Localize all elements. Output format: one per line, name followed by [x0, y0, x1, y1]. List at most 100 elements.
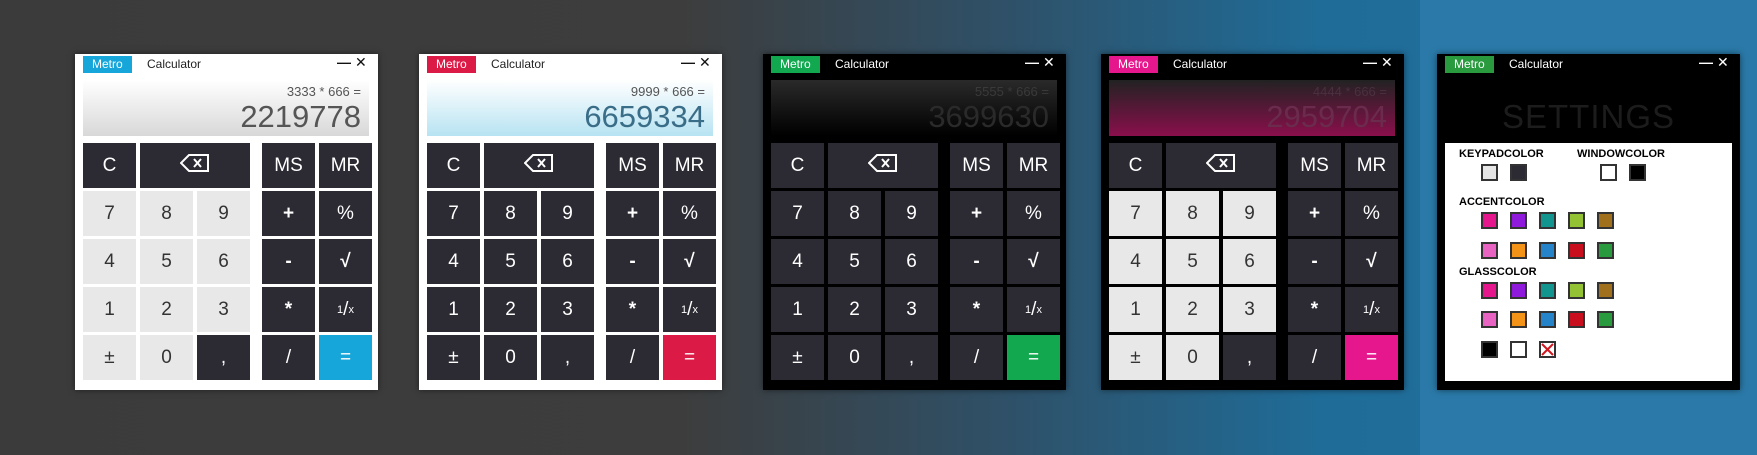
glass-color-swatch[interactable] [1597, 311, 1614, 328]
minimize-button[interactable]: — [1363, 54, 1377, 71]
plus-key[interactable]: + [606, 191, 659, 236]
comma-key[interactable]: , [541, 335, 594, 380]
accent-color-swatch[interactable] [1568, 242, 1585, 259]
digit-3-key[interactable]: 3 [1223, 287, 1276, 332]
memory-store-key[interactable]: MS [606, 143, 659, 188]
equals-key[interactable]: = [319, 335, 372, 380]
digit-2-key[interactable]: 2 [1166, 287, 1219, 332]
plus-minus-key[interactable]: ± [771, 335, 824, 380]
minus-key[interactable]: - [1288, 239, 1341, 284]
digit-1-key[interactable]: 1 [83, 287, 136, 332]
digit-5-key[interactable]: 5 [140, 239, 193, 284]
memory-recall-key[interactable]: MR [1345, 143, 1398, 188]
reciprocal-key[interactable]: 1/x [663, 287, 716, 332]
digit-1-key[interactable]: 1 [1109, 287, 1162, 332]
digit-5-key[interactable]: 5 [484, 239, 537, 284]
sqrt-key[interactable]: √ [663, 239, 716, 284]
multiply-key[interactable]: * [262, 287, 315, 332]
sqrt-key[interactable]: √ [1007, 239, 1060, 284]
plus-key[interactable]: + [262, 191, 315, 236]
digit-0-key[interactable]: 0 [1166, 335, 1219, 380]
digit-1-key[interactable]: 1 [771, 287, 824, 332]
digit-7-key[interactable]: 7 [427, 191, 480, 236]
accent-color-swatch[interactable] [1539, 242, 1556, 259]
reciprocal-key[interactable]: 1/x [319, 287, 372, 332]
glass-color-swatch[interactable] [1481, 311, 1498, 328]
digit-7-key[interactable]: 7 [1109, 191, 1162, 236]
plus-key[interactable]: + [950, 191, 1003, 236]
divide-key[interactable]: / [262, 335, 315, 380]
memory-recall-key[interactable]: MR [663, 143, 716, 188]
clear-key[interactable]: C [771, 143, 824, 188]
accent-color-swatch[interactable] [1510, 242, 1527, 259]
glass-color-swatch[interactable] [1539, 311, 1556, 328]
accent-color-swatch[interactable] [1510, 212, 1527, 229]
digit-3-key[interactable]: 3 [541, 287, 594, 332]
clear-key[interactable]: C [83, 143, 136, 188]
digit-2-key[interactable]: 2 [484, 287, 537, 332]
glass-color-swatch[interactable] [1481, 282, 1498, 299]
digit-9-key[interactable]: 9 [197, 191, 250, 236]
close-button[interactable]: ✕ [355, 54, 367, 71]
digit-0-key[interactable]: 0 [484, 335, 537, 380]
divide-key[interactable]: / [1288, 335, 1341, 380]
close-button[interactable]: ✕ [1717, 54, 1729, 71]
digit-4-key[interactable]: 4 [427, 239, 480, 284]
equals-key[interactable]: = [1345, 335, 1398, 380]
digit-3-key[interactable]: 3 [885, 287, 938, 332]
backspace-key[interactable] [828, 143, 938, 188]
minus-key[interactable]: - [262, 239, 315, 284]
comma-key[interactable]: , [197, 335, 250, 380]
minimize-button[interactable]: — [1025, 54, 1039, 71]
digit-8-key[interactable]: 8 [484, 191, 537, 236]
glass-color-swatch[interactable] [1481, 341, 1498, 358]
glass-color-swatch[interactable] [1597, 282, 1614, 299]
percent-key[interactable]: % [319, 191, 372, 236]
keypad-color-swatch[interactable] [1481, 164, 1498, 181]
equals-key[interactable]: = [1007, 335, 1060, 380]
plus-key[interactable]: + [1288, 191, 1341, 236]
digit-8-key[interactable]: 8 [1166, 191, 1219, 236]
memory-store-key[interactable]: MS [1288, 143, 1341, 188]
accent-color-swatch[interactable] [1597, 242, 1614, 259]
digit-9-key[interactable]: 9 [885, 191, 938, 236]
minimize-button[interactable]: — [1699, 54, 1713, 71]
memory-recall-key[interactable]: MR [319, 143, 372, 188]
plus-minus-key[interactable]: ± [83, 335, 136, 380]
digit-5-key[interactable]: 5 [1166, 239, 1219, 284]
digit-0-key[interactable]: 0 [140, 335, 193, 380]
accent-color-swatch[interactable] [1568, 212, 1585, 229]
digit-0-key[interactable]: 0 [828, 335, 881, 380]
memory-recall-key[interactable]: MR [1007, 143, 1060, 188]
percent-key[interactable]: % [663, 191, 716, 236]
multiply-key[interactable]: * [1288, 287, 1341, 332]
sqrt-key[interactable]: √ [319, 239, 372, 284]
multiply-key[interactable]: * [606, 287, 659, 332]
memory-store-key[interactable]: MS [262, 143, 315, 188]
digit-3-key[interactable]: 3 [197, 287, 250, 332]
digit-5-key[interactable]: 5 [828, 239, 881, 284]
divide-key[interactable]: / [950, 335, 1003, 380]
comma-key[interactable]: , [1223, 335, 1276, 380]
window-color-swatch[interactable] [1629, 164, 1646, 181]
digit-4-key[interactable]: 4 [771, 239, 824, 284]
digit-6-key[interactable]: 6 [197, 239, 250, 284]
glass-color-swatch[interactable] [1510, 282, 1527, 299]
digit-4-key[interactable]: 4 [83, 239, 136, 284]
digit-2-key[interactable]: 2 [140, 287, 193, 332]
glass-color-swatch[interactable] [1539, 282, 1556, 299]
digit-9-key[interactable]: 9 [1223, 191, 1276, 236]
glass-color-swatch[interactable] [1510, 341, 1527, 358]
plus-minus-key[interactable]: ± [427, 335, 480, 380]
close-button[interactable]: ✕ [1043, 54, 1055, 71]
minus-key[interactable]: - [606, 239, 659, 284]
digit-7-key[interactable]: 7 [771, 191, 824, 236]
backspace-key[interactable] [484, 143, 594, 188]
glass-color-swatch[interactable] [1510, 311, 1527, 328]
digit-6-key[interactable]: 6 [1223, 239, 1276, 284]
minus-key[interactable]: - [950, 239, 1003, 284]
digit-7-key[interactable]: 7 [83, 191, 136, 236]
clear-key[interactable]: C [427, 143, 480, 188]
clear-key[interactable]: C [1109, 143, 1162, 188]
keypad-color-swatch[interactable] [1510, 164, 1527, 181]
